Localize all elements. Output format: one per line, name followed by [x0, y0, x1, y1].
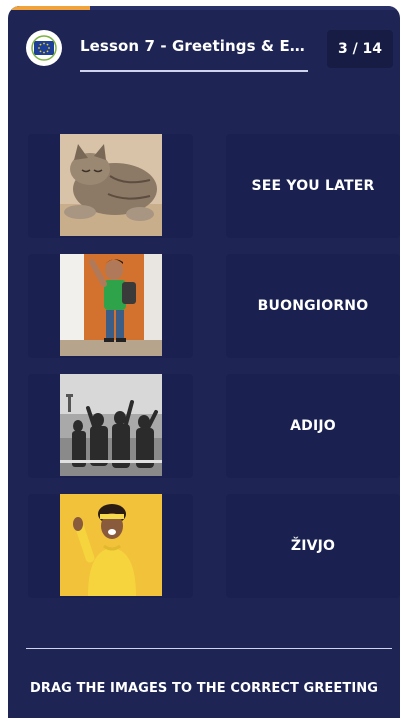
- question-counter: 3 / 14: [327, 30, 393, 68]
- image-slot[interactable]: [28, 134, 193, 238]
- match-row: SEE YOU LATER: [28, 134, 400, 238]
- instruction-text: DRAG THE IMAGES TO THE CORRECT GREETING: [29, 681, 379, 696]
- greeting-drop-zone[interactable]: SEE YOU LATER: [226, 134, 400, 238]
- title-underline: [80, 70, 308, 72]
- image-slot[interactable]: [28, 254, 193, 358]
- waving-boy-image[interactable]: [60, 254, 162, 356]
- exercise-card: Lesson 7 - Greetings & Ex... 3 / 14 SEE …: [8, 6, 400, 718]
- match-row: ADIJO: [28, 374, 400, 478]
- sleeping-cat-image[interactable]: [60, 134, 162, 236]
- greeting-drop-zone[interactable]: BUONGIORNO: [226, 254, 400, 358]
- image-slot[interactable]: [28, 494, 193, 598]
- match-row: ŽIVJO: [28, 494, 400, 598]
- image-slot[interactable]: [28, 374, 193, 478]
- lesson-progress-fill: [8, 6, 91, 10]
- waving-woman-image[interactable]: [60, 494, 162, 596]
- people-waving-ship-image[interactable]: [60, 374, 162, 476]
- match-row: BUONGIORNO: [28, 254, 400, 358]
- lesson-progress-bar: [8, 6, 400, 10]
- footer-divider: [26, 648, 392, 649]
- lesson-title: Lesson 7 - Greetings & Ex...: [80, 37, 310, 55]
- greeting-drop-zone[interactable]: ŽIVJO: [226, 494, 400, 598]
- eu-flag-icon: [26, 30, 62, 66]
- greeting-drop-zone[interactable]: ADIJO: [226, 374, 400, 478]
